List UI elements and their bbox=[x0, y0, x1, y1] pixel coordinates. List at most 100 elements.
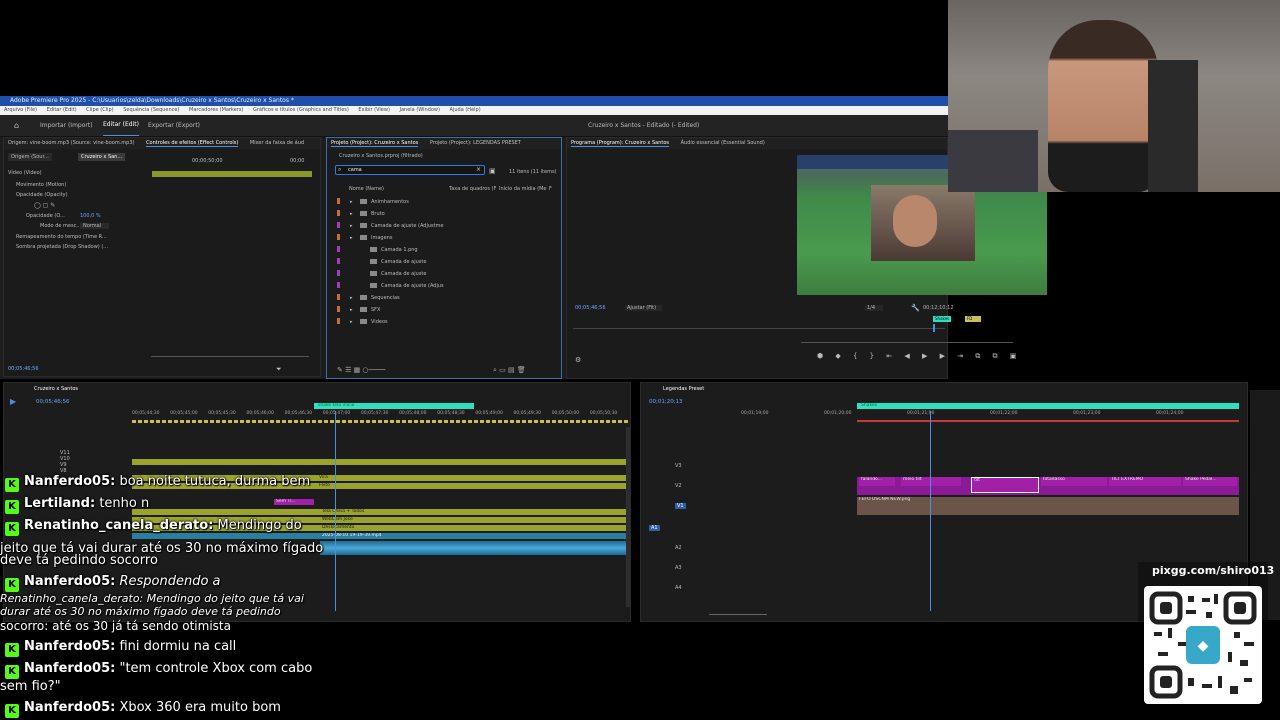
project-bin[interactable]: ▸ Bruto bbox=[337, 210, 385, 217]
project-bin[interactable]: ▸ SFX bbox=[337, 306, 380, 313]
audio-waveform[interactable] bbox=[320, 541, 626, 555]
menu-window[interactable]: Janela (Window) bbox=[400, 107, 440, 113]
marker-shakes[interactable]: Shakes bbox=[933, 316, 951, 322]
home-icon[interactable]: ⌂ bbox=[14, 115, 19, 137]
expand-chevron-icon[interactable]: ▸ bbox=[350, 235, 360, 241]
tab-export[interactable]: Exportar (Export) bbox=[148, 115, 200, 137]
expand-chevron-icon[interactable]: ▸ bbox=[350, 319, 360, 325]
filter-icon[interactable]: ⏷ bbox=[276, 365, 282, 374]
program-scrubber[interactable] bbox=[573, 328, 945, 329]
expand-chevron-icon[interactable]: ▸ bbox=[350, 307, 360, 313]
marker-shake[interactable]: shake tela inicio bbox=[314, 403, 474, 409]
timeline-right-timecode[interactable]: 00;01;20;13 bbox=[649, 399, 683, 405]
zoom-bar[interactable] bbox=[801, 342, 1013, 343]
fx-drop-shadow[interactable]: Sombra projetada (Drop Shadow) (... bbox=[16, 244, 108, 250]
timeline-vscroll[interactable] bbox=[626, 427, 630, 607]
project-bottom-tools-right[interactable]: ⌕ ▭ ▤ 🗑 bbox=[493, 366, 526, 375]
selection-tool-icon[interactable]: ▶ bbox=[10, 397, 16, 406]
caption-meio-tilt[interactable]: meio tilt bbox=[901, 477, 961, 486]
fit-select[interactable]: Ajustar (Fit) bbox=[625, 305, 663, 311]
label-color-chip[interactable] bbox=[337, 270, 340, 276]
menu-edit[interactable]: Editar (Edit) bbox=[47, 107, 77, 113]
timeline-right-hscroll[interactable] bbox=[709, 614, 767, 615]
project-item[interactable]: Camada de ajuste (Adjus bbox=[337, 282, 444, 289]
project-bin[interactable]: ▸ Imagens bbox=[337, 234, 392, 241]
expand-chevron-icon[interactable]: ▸ bbox=[350, 211, 360, 217]
clip-v-top[interactable] bbox=[132, 459, 626, 465]
col-name[interactable]: Nome (Name) bbox=[349, 186, 384, 192]
project-bin[interactable]: ▸ Sequencias bbox=[337, 294, 400, 301]
project-bin[interactable]: ▸ Animhamentos bbox=[337, 198, 409, 205]
clip-image-bg[interactable]: FEFO DSCNM NEW.png bbox=[857, 497, 1239, 515]
label-color-chip[interactable] bbox=[337, 246, 340, 252]
label-color-chip[interactable] bbox=[337, 222, 340, 228]
source-select[interactable]: Origem (Sour... bbox=[8, 153, 52, 161]
tab-edit[interactable]: Editar (Edit) bbox=[103, 115, 139, 136]
caption-shake-pedal[interactable]: Shake Pedal... bbox=[1183, 477, 1237, 486]
wrench-icon[interactable]: 🔧 bbox=[911, 304, 920, 312]
track-a4[interactable]: A4 bbox=[675, 585, 682, 591]
tab-audio-mixer[interactable]: Mixer da faixa de áud bbox=[250, 140, 304, 146]
track-v3[interactable]: V3 bbox=[675, 463, 682, 469]
zoom-scrollbar[interactable] bbox=[151, 356, 309, 357]
menu-sequence[interactable]: Sequência (Sequence) bbox=[123, 107, 179, 113]
fx-time-remap[interactable]: Remapeamento do tempo (Time R... bbox=[16, 234, 107, 240]
tab-essential-sound[interactable]: Áudio essencial (Essential Sound) bbox=[681, 140, 765, 146]
project-bottom-tools[interactable]: ✎ ☰ ▦ ○──── bbox=[337, 366, 385, 374]
label-color-chip[interactable] bbox=[337, 282, 340, 288]
expand-chevron-icon[interactable]: ▸ bbox=[350, 223, 360, 229]
fx-motion[interactable]: Movimento (Motion) bbox=[16, 182, 66, 188]
marker-fd[interactable]: FD bbox=[965, 316, 981, 322]
timeline-tab[interactable]: Cruzeiro x Santos bbox=[34, 386, 78, 392]
track-v2[interactable]: V2 bbox=[675, 483, 682, 489]
label-color-chip[interactable] bbox=[337, 294, 340, 300]
tab-program[interactable]: Programa (Program): Cruzeiro x Santos bbox=[571, 140, 670, 147]
menu-clip[interactable]: Clipe (Clip) bbox=[86, 107, 113, 113]
caption-tiltadasso[interactable]: tiltadasso bbox=[1041, 477, 1107, 486]
timeline-timecode[interactable]: 00;05;46;56 bbox=[36, 399, 70, 405]
marker-shakes-right[interactable]: Shakes bbox=[857, 403, 1239, 409]
menu-view[interactable]: Exibir (View) bbox=[358, 107, 389, 113]
menu-file[interactable]: Arquivo (File) bbox=[4, 107, 37, 113]
caption-tilt[interactable]: tilt bbox=[971, 477, 1039, 493]
expand-chevron-icon[interactable]: ▸ bbox=[350, 295, 360, 301]
label-color-chip[interactable] bbox=[337, 318, 340, 324]
menu-markers[interactable]: Marcadores (Markers) bbox=[189, 107, 243, 113]
label-color-chip[interactable] bbox=[337, 234, 340, 240]
label-color-chip[interactable] bbox=[337, 210, 340, 216]
program-playhead[interactable] bbox=[933, 324, 935, 332]
fx-opacity-value[interactable]: 100,0 % bbox=[80, 213, 101, 219]
tab-import[interactable]: Importar (Import) bbox=[40, 115, 93, 137]
col-f[interactable]: F bbox=[549, 186, 552, 192]
fx-opacity[interactable]: Opacidade (Opacity) bbox=[16, 192, 68, 198]
track-v1[interactable]: V1 bbox=[675, 503, 686, 509]
clear-search-icon[interactable]: × bbox=[476, 166, 481, 174]
label-color-chip[interactable] bbox=[337, 198, 340, 204]
track-a1[interactable]: A1 bbox=[649, 525, 660, 531]
tab-source[interactable]: Origem: vine-boom.mp3 (Source: vine-boom… bbox=[8, 140, 134, 146]
program-timecode[interactable]: 00;05;46;56 bbox=[575, 305, 606, 311]
fx-blend-select[interactable]: Normal bbox=[80, 223, 110, 229]
project-item[interactable]: Camada 1.png bbox=[337, 246, 418, 253]
new-bin-icon[interactable]: ▣ bbox=[489, 167, 496, 175]
timeline-right-tab[interactable]: Legendas Preset bbox=[663, 386, 704, 392]
project-bin[interactable]: ▸ Videos bbox=[337, 318, 388, 325]
resolution-select[interactable]: 1/4 bbox=[865, 305, 884, 311]
timeline-playhead[interactable] bbox=[335, 411, 336, 611]
menu-help[interactable]: Ajuda (Help) bbox=[450, 107, 481, 113]
label-color-chip[interactable] bbox=[337, 306, 340, 312]
project-item[interactable]: Camada de ajuste bbox=[337, 270, 426, 277]
project-item[interactable]: Camada de ajuste bbox=[337, 258, 426, 265]
clip-tela-cheia[interactable]: Tela Cheia + Todos bbox=[132, 509, 626, 515]
menu-graphics[interactable]: Gráficos e títulos (Graphics and Titles) bbox=[253, 107, 349, 113]
transport-controls[interactable]: ⬢ ◆ { } ⇤ ◀ ▶ ▶ ⇥ ⧉ ⧉ ▣ bbox=[817, 352, 1021, 361]
col-media-start[interactable]: Início da mídia (Me bbox=[499, 186, 546, 192]
tab-project-presets[interactable]: Projeto (Project): LEGENDAS PRESET bbox=[430, 140, 521, 146]
search-input[interactable]: ⌕ cama × bbox=[335, 165, 485, 175]
caption-falando[interactable]: falando... bbox=[859, 477, 895, 486]
tab-project-main[interactable]: Projeto (Project): Cruzeiro x Santos bbox=[331, 140, 419, 147]
expand-chevron-icon[interactable]: ▸ bbox=[350, 199, 360, 205]
track-a3[interactable]: A3 bbox=[675, 565, 682, 571]
timeline-right-playhead[interactable] bbox=[930, 411, 931, 611]
clip-sem-titulo[interactable]: Sem Tí... bbox=[274, 499, 314, 505]
